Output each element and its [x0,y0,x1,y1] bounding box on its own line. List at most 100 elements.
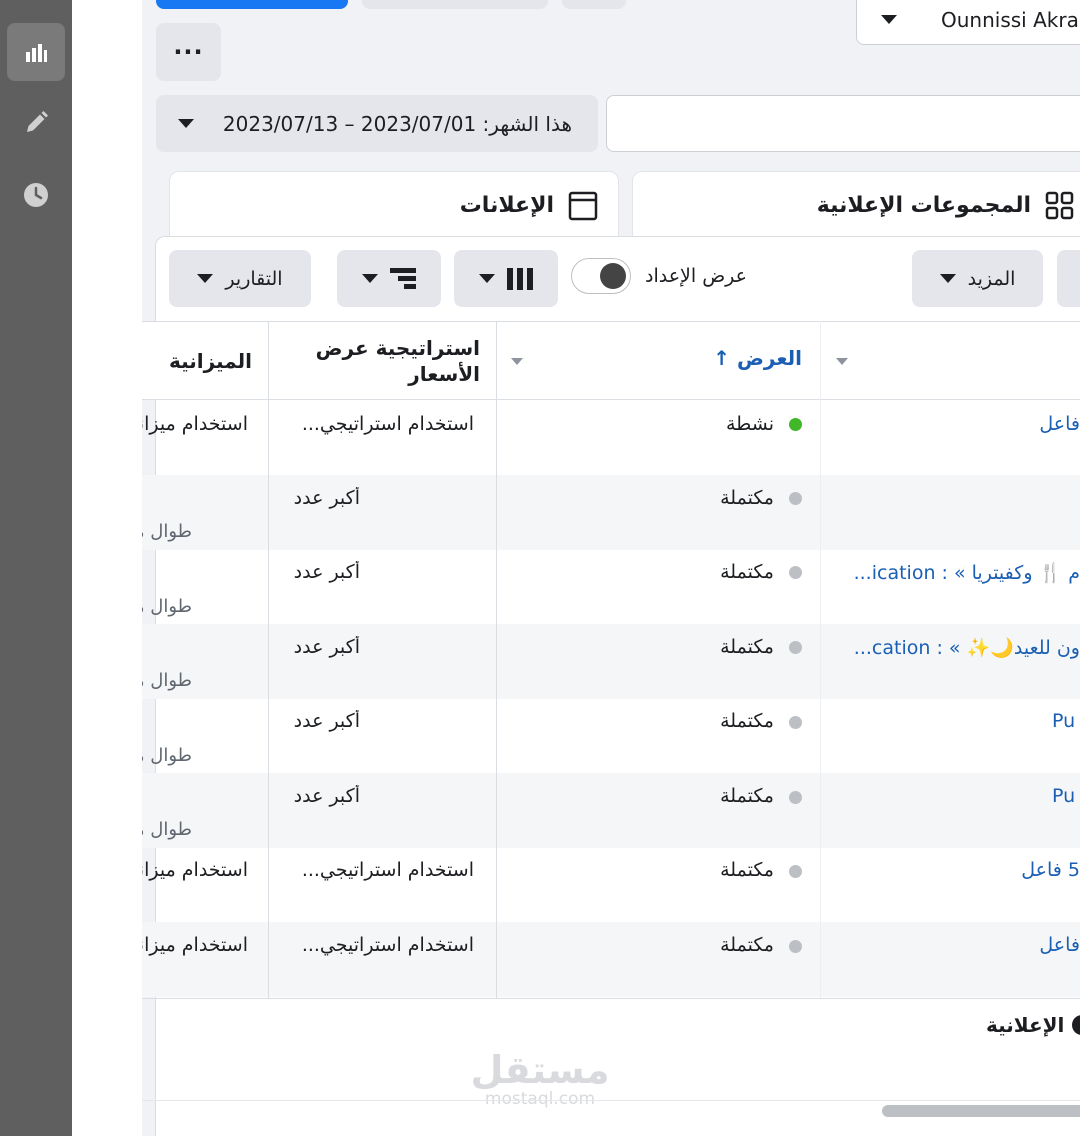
info-icon[interactable]: i [1072,1015,1080,1035]
table-row[interactable] [142,699,1080,774]
caret-down-icon [197,274,214,283]
account-name: Ounnissi Akram [941,7,1080,32]
date-range-label: هذا الشهر: 2023/07/01 – 2023/07/13 [222,111,572,136]
bid-strategy: استخدام استراتيجي... [301,859,474,881]
bid-strategy: استخدام استراتيجي... [301,413,474,435]
create-button[interactable] [156,0,348,9]
content-edge [72,0,142,1136]
budget-sub: طوال مدة [142,745,192,766]
setup-view-toggle-group: عرض الإعداد [571,258,747,294]
delivery-status: مكتملة [720,487,774,509]
rail-edit-button[interactable] [7,94,65,152]
status-dot [789,940,802,953]
delivery-status: نشطة [725,413,774,435]
reports-label: التقارير [225,267,283,290]
bid-strategy: أكبر عدد [293,487,360,509]
toggle-knob [600,263,626,289]
table-bottom-border [142,998,1080,999]
delivery-status: مكتملة [720,934,774,956]
tab-ads[interactable]: الإعلانات [169,171,619,239]
column-header-budget[interactable]: الميزانية [169,348,252,374]
column-divider [820,321,821,999]
delivery-status: مكتملة [720,859,774,881]
bid-strategy: استخدام استراتيجي... [301,934,474,956]
breakdown-button[interactable] [337,250,441,307]
breakdown-icon [390,267,416,289]
budget-sub: طوال مدة [142,670,192,691]
rail-reports-button[interactable] [7,23,65,81]
column-divider [496,321,497,999]
budget-value: استخدام ميزانية [142,934,248,956]
search-input[interactable] [606,95,1080,152]
delivery-status: مكتملة [720,785,774,807]
top-toolbar-small-button[interactable] [562,0,626,9]
left-rail [0,0,72,1136]
footer-summary-label: الإعلانية [986,1013,1065,1037]
status-dot [789,716,802,729]
account-selector[interactable]: Ounnissi Akram [856,0,1080,45]
bid-strategy: أكبر عدد [293,785,360,807]
divider [142,1100,1080,1101]
ad-name[interactable]: 5 فاعل [1021,859,1080,881]
horizontal-scrollbar[interactable] [882,1105,1080,1117]
caret-down-icon [881,15,897,24]
delivery-status: مكتملة [720,561,774,583]
caret-down-icon [939,274,956,283]
caret-down-icon [362,274,378,283]
budget-sub: طوال مدة [142,521,192,542]
ad-name[interactable]: م 🍴 وكفيتريا » : ication... [848,561,1080,584]
more-dropdown-button[interactable]: المزيد [912,250,1043,307]
status-dot [789,566,802,579]
column-header-bid-strategy[interactable]: استراتيجية عرض الأسعار [304,335,480,387]
pencil-icon [27,111,48,132]
status-dot [789,791,802,804]
bid-strategy: أكبر عدد [293,710,360,732]
ad-name[interactable]: ون للعيد🌙✨ » : cation... [848,636,1080,659]
columns-button[interactable] [454,250,558,307]
caret-down-icon [479,274,495,283]
more-dropdown-label: المزيد [967,267,1016,290]
clock-icon [24,183,48,207]
rail-history-button[interactable] [7,166,65,224]
ad-name[interactable]: فاعل [1039,413,1080,435]
delivery-status: مكتملة [720,636,774,658]
status-dot [789,418,802,431]
status-dot [789,865,802,878]
table-header [142,321,1080,400]
column-header-delivery[interactable]: العرض ↑ [713,345,802,371]
tab-ad-sets[interactable]: المجموعات الإعلانية [632,171,1080,239]
tab-ads-label: الإعلانات [459,193,554,218]
table-row[interactable] [142,475,1080,550]
table-row[interactable] [142,773,1080,848]
budget-value: استخدام ميزانية [142,859,248,881]
budget-value: استخدام ميزانية [142,413,248,435]
toolbar-partial-button[interactable] [1057,250,1080,307]
tab-ad-sets-label: المجموعات الإعلانية [816,193,1031,218]
table-row[interactable] [142,848,1080,923]
column-menu-caret-icon[interactable] [511,358,523,365]
ad-frame-icon [568,191,598,220]
reports-button[interactable]: التقارير [169,250,311,307]
budget-sub: طوال مدة [142,596,192,617]
status-dot [789,641,802,654]
columns-icon [507,267,533,290]
column-menu-caret-icon[interactable] [836,358,848,365]
ad-name[interactable]: Pu [1052,710,1075,732]
delivery-status: مكتملة [720,710,774,732]
ellipsis-icon: ··· [173,38,204,66]
top-toolbar-button[interactable] [362,0,548,9]
more-options-button[interactable]: ··· [156,23,221,81]
column-divider [268,321,269,999]
ads-table: العرض ↑ استراتيجية عرض الأسعار الميزانية… [142,321,1080,999]
ad-name[interactable]: فاعل [1039,934,1080,956]
ad-name[interactable]: Pu [1052,785,1075,807]
status-dot [789,492,802,505]
setup-view-toggle[interactable] [571,258,631,294]
table-row[interactable] [142,922,1080,997]
watermark-english: mostaql.com [484,1089,596,1109]
bid-strategy: أكبر عدد [293,636,360,658]
bid-strategy: أكبر عدد [293,561,360,583]
date-range-picker[interactable]: هذا الشهر: 2023/07/01 – 2023/07/13 [156,95,598,152]
watermark-arabic: مستقل [470,1048,610,1092]
budget-sub: طوال مدة [142,819,192,840]
